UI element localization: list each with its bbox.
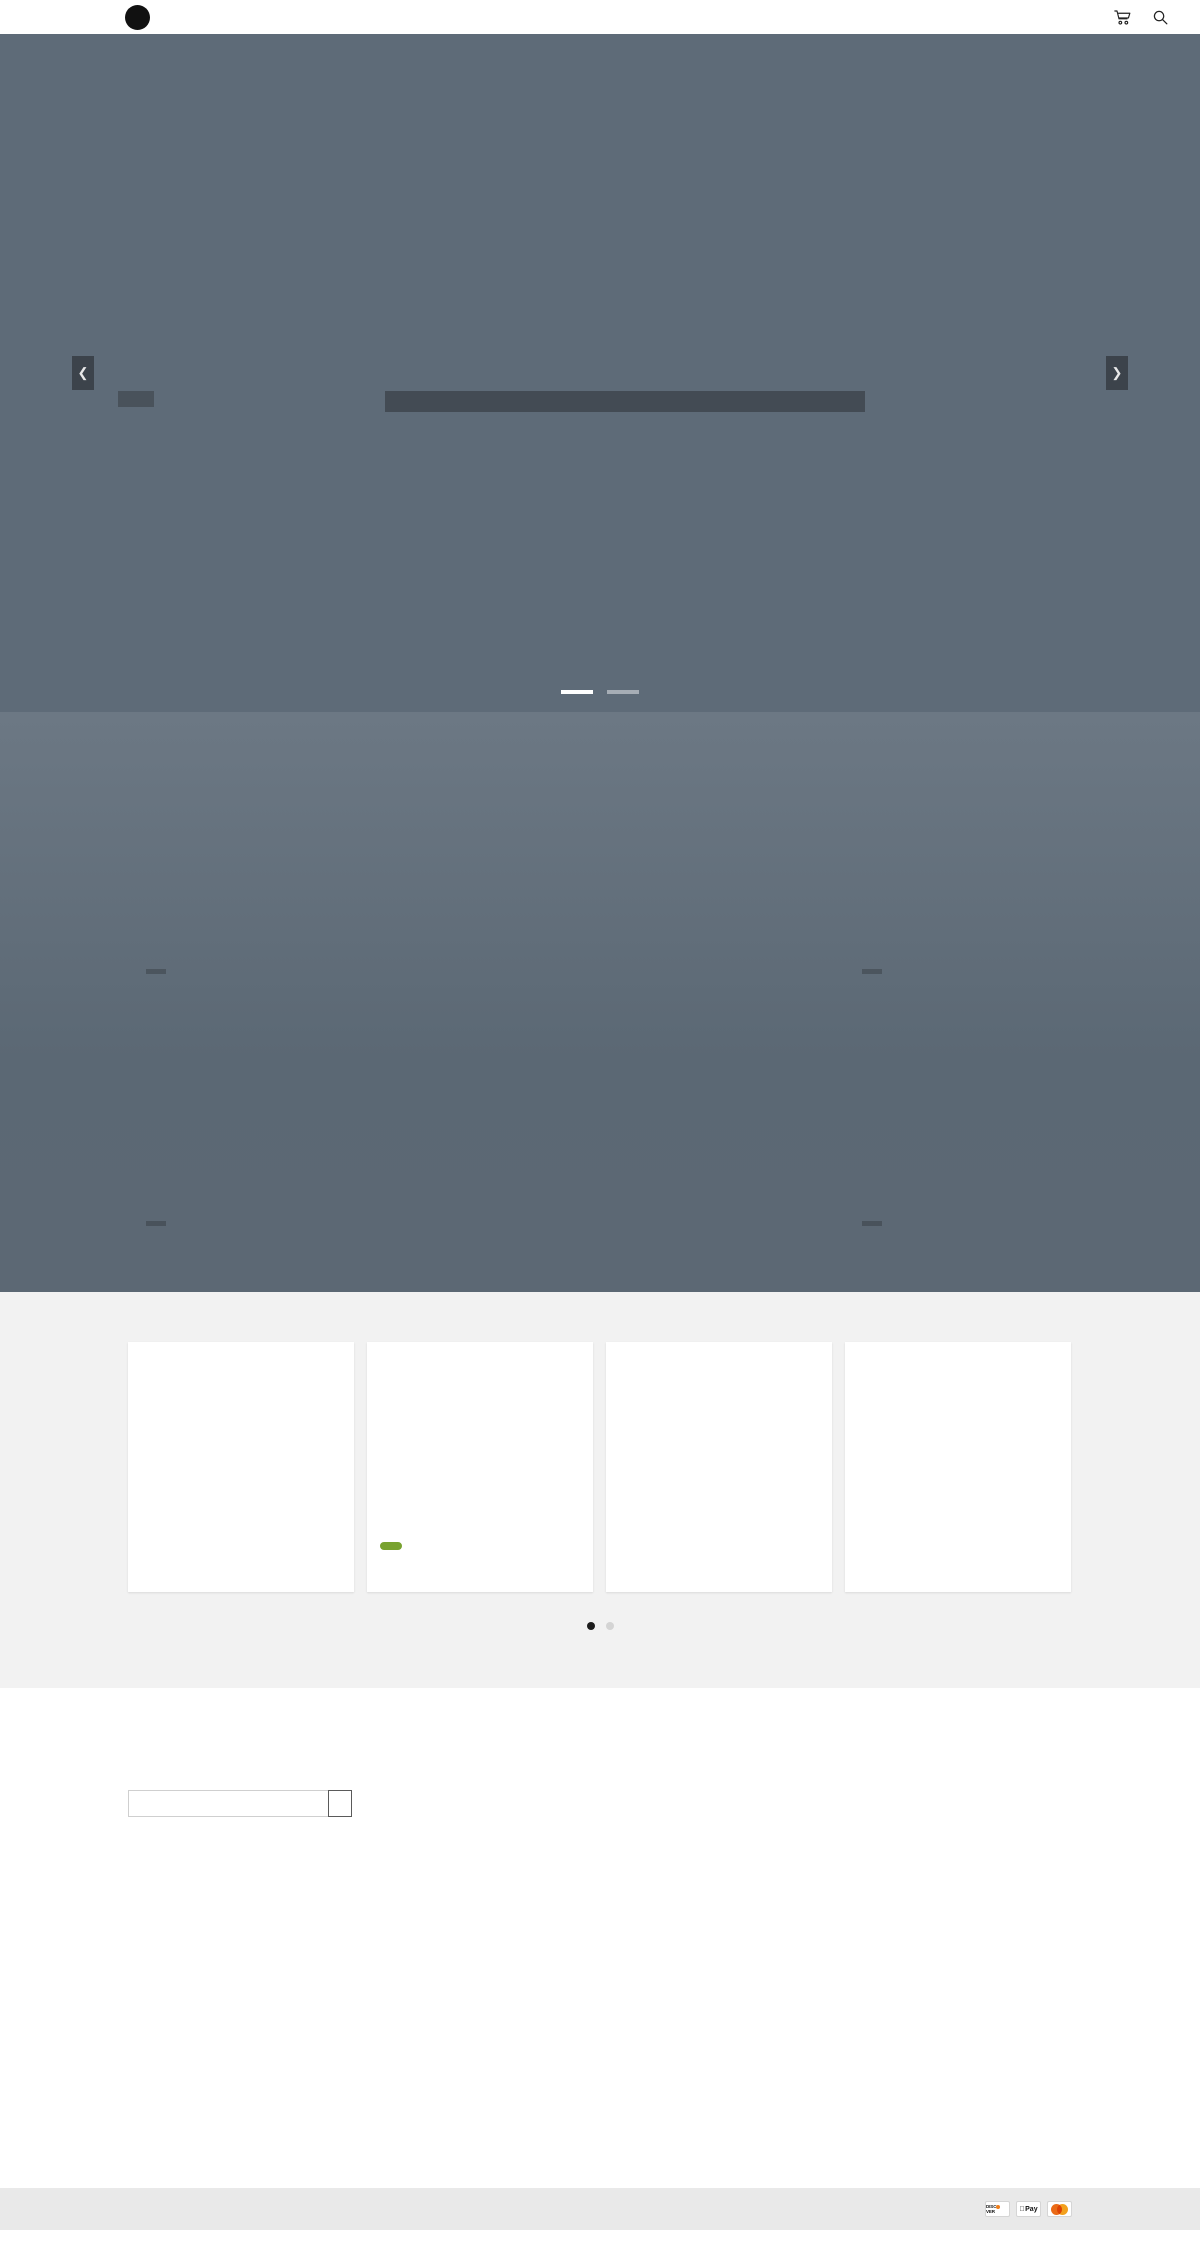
category-label-shoes (146, 1221, 166, 1226)
category-tile-ties[interactable] (844, 1000, 1072, 1242)
cart-button[interactable] (1114, 9, 1137, 25)
picks-dot-1[interactable] (586, 1622, 595, 1630)
staff-picks-pagination (128, 1622, 1072, 1630)
site-footer: DISCVER Pay (0, 2188, 1200, 2230)
subscribe-image (678, 1744, 1062, 2128)
status-badge (380, 1542, 402, 1550)
hero-pagination (561, 690, 639, 694)
category-tile-shoes[interactable] (128, 1000, 834, 1242)
hero-dot-2[interactable] (607, 690, 639, 694)
category-label-watches (146, 969, 166, 974)
category-label-ties (862, 1221, 882, 1226)
mastercard-icon (1047, 2201, 1072, 2217)
product-card[interactable] (367, 1342, 593, 1592)
search-icon[interactable] (1153, 10, 1168, 25)
hero-next-button[interactable]: ❯ (1106, 356, 1128, 390)
staff-picks-section (0, 1292, 1200, 1688)
subscribe-button[interactable] (328, 1790, 352, 1817)
subscribe-form (128, 1790, 628, 1817)
email-field[interactable] (128, 1790, 328, 1817)
hero-prev-button[interactable]: ❮ (72, 356, 94, 390)
hero-description (385, 391, 865, 412)
site-header (0, 0, 1200, 34)
category-tile-wallets[interactable] (844, 748, 1072, 990)
product-card[interactable] (128, 1342, 354, 1592)
product-list (128, 1342, 1072, 1592)
category-row-1 (128, 748, 1072, 990)
hero-background-image (0, 34, 1200, 712)
category-label-wallets (862, 969, 882, 974)
header-actions (1114, 0, 1168, 34)
chevron-right-icon: ❯ (1111, 365, 1123, 380)
category-row-2 (128, 1000, 1072, 1242)
picks-dot-2[interactable] (605, 1622, 614, 1630)
payment-methods: DISCVER Pay (985, 2201, 1072, 2217)
shopping-cart-icon (1114, 9, 1131, 25)
subscribe-section (0, 1688, 1200, 2188)
hero-carousel: ❮ ❯ (0, 34, 1200, 712)
product-image (128, 1342, 354, 1564)
category-tile-watches[interactable] (128, 748, 834, 990)
hero-title (118, 391, 154, 407)
brand-logo[interactable] (125, 4, 157, 30)
category-grid (0, 712, 1200, 1292)
discover-card-icon: DISCVER (985, 2201, 1010, 2217)
hero-dot-1[interactable] (561, 690, 593, 694)
product-image (845, 1342, 1071, 1564)
product-image (606, 1342, 832, 1564)
product-card[interactable] (606, 1342, 832, 1592)
product-image (367, 1342, 593, 1564)
apple-pay-icon: Pay (1016, 2201, 1041, 2217)
chevron-left-icon: ❮ (77, 365, 89, 380)
product-card[interactable] (845, 1342, 1071, 1592)
logo-mark-icon (125, 4, 150, 30)
